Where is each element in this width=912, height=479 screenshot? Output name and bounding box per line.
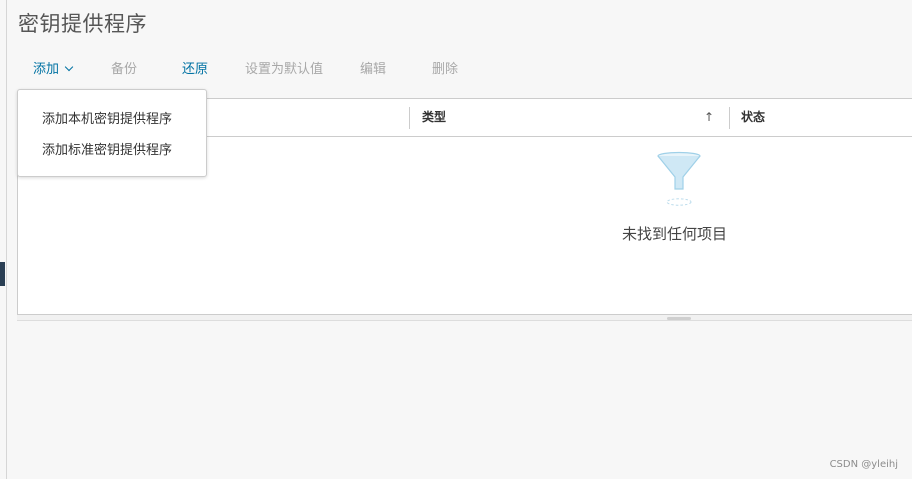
menu-item-add-standard-key-provider[interactable]: 添加标准密钥提供程序 bbox=[42, 139, 172, 158]
empty-state-message: 未找到任何项目 bbox=[622, 225, 728, 243]
edit-button: 编辑 bbox=[360, 62, 387, 77]
watermark: CSDN @yleihj bbox=[829, 459, 898, 470]
left-nav-rail bbox=[0, 0, 7, 479]
column-header-type[interactable]: 类型 bbox=[422, 99, 446, 136]
nav-collapse-handle[interactable] bbox=[0, 262, 5, 286]
page-title: 密钥提供程序 bbox=[18, 12, 147, 36]
grid-resize-handle[interactable] bbox=[667, 317, 691, 320]
add-button[interactable]: 添加 bbox=[33, 60, 74, 80]
restore-button[interactable]: 还原 bbox=[182, 60, 208, 80]
backup-button: 备份 bbox=[111, 62, 138, 77]
add-button-label: 添加 bbox=[33, 62, 60, 77]
menu-item-add-native-key-provider[interactable]: 添加本机密钥提供程序 bbox=[42, 108, 172, 127]
column-resize-handle[interactable] bbox=[409, 107, 410, 129]
action-toolbar: 添加 备份 还原 设置为默认值 编辑 删除 bbox=[18, 60, 518, 80]
set-default-button: 设置为默认值 bbox=[245, 62, 324, 77]
chevron-down-icon bbox=[64, 62, 74, 72]
column-resize-handle[interactable] bbox=[729, 107, 730, 129]
column-header-status[interactable]: 状态 bbox=[741, 99, 765, 136]
grid-resize-bar[interactable] bbox=[17, 315, 912, 321]
delete-button: 删除 bbox=[432, 62, 459, 77]
sort-ascending-icon[interactable]: ↑ bbox=[704, 99, 714, 136]
empty-filter-icon bbox=[657, 151, 701, 206]
add-dropdown-menu: 添加本机密钥提供程序 添加标准密钥提供程序 bbox=[17, 89, 207, 177]
